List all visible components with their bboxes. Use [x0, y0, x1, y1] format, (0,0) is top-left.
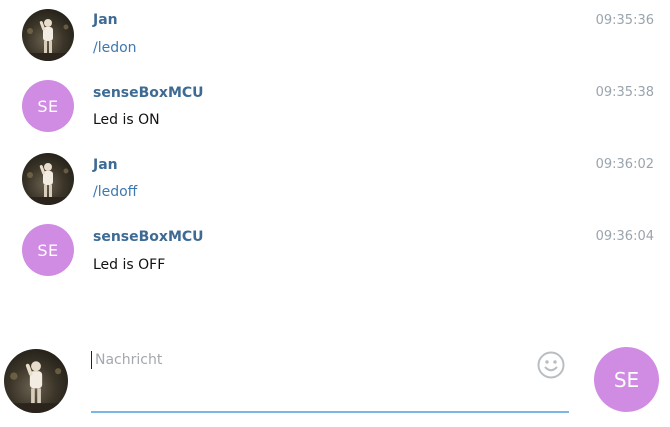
user-avatar[interactable] [22, 153, 74, 205]
current-user-avatar[interactable] [4, 349, 68, 413]
message-text: Led is ON [93, 112, 160, 128]
message-sender[interactable]: Jan [93, 12, 118, 28]
message-composer [91, 343, 569, 413]
message-sender[interactable]: senseBoxMCU [93, 85, 204, 101]
message-input[interactable] [91, 351, 525, 369]
bot-avatar[interactable]: SE [22, 80, 74, 132]
smiley-icon [537, 351, 565, 379]
person-photo-icon [4, 361, 68, 413]
message-timestamp: 09:35:38 [595, 85, 654, 100]
person-photo-icon [22, 19, 74, 61]
message-timestamp: 09:36:04 [595, 229, 654, 244]
message-item[interactable]: Jan /ledoff 09:36:02 [0, 150, 670, 210]
message-sender[interactable]: senseBoxMCU [93, 229, 204, 245]
send-as-avatar[interactable]: SE [594, 347, 659, 412]
message-item[interactable]: SE senseBoxMCU Led is OFF 09:36:04 [0, 222, 670, 282]
message-timestamp: 09:36:02 [595, 157, 654, 172]
emoji-button[interactable] [536, 350, 566, 380]
message-item[interactable]: SE senseBoxMCU Led is ON 09:35:38 [0, 78, 670, 138]
chat-window: Jan /ledon 09:35:36 SE senseBoxMCU Led i… [0, 0, 670, 427]
message-timestamp: 09:35:36 [595, 13, 654, 28]
bot-avatar[interactable]: SE [22, 224, 74, 276]
message-text[interactable]: /ledoff [93, 184, 137, 200]
message-sender[interactable]: Jan [93, 157, 118, 173]
user-avatar[interactable] [22, 9, 74, 61]
message-text: Led is OFF [93, 257, 166, 273]
message-item[interactable]: Jan /ledon 09:35:36 [0, 6, 670, 66]
message-text[interactable]: /ledon [93, 40, 137, 56]
input-focus-underline [91, 411, 569, 413]
person-photo-icon [22, 163, 74, 205]
